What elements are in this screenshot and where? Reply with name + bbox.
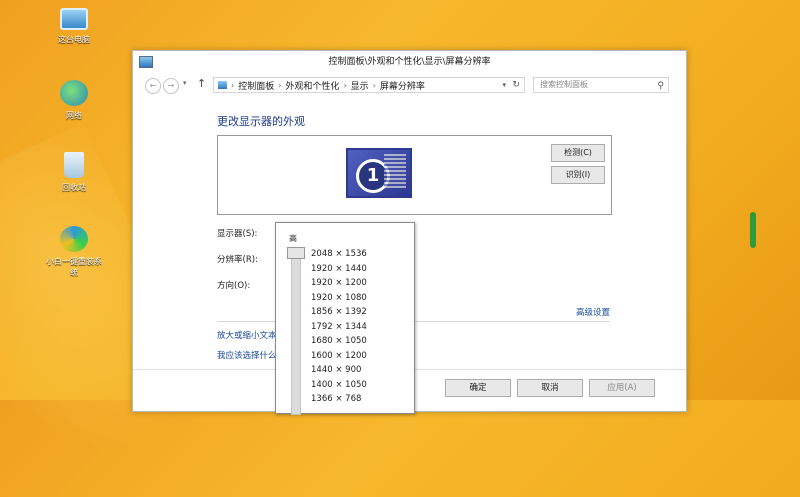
resolution-slider-thumb[interactable] bbox=[287, 247, 305, 259]
desktop-icon-label: 小白一键重装系统 bbox=[46, 257, 102, 277]
resolution-label: 分辨率(R): bbox=[217, 255, 258, 265]
display-preview: 1 检测(C) 识别(I) bbox=[217, 135, 612, 215]
chevron-icon: › bbox=[278, 80, 282, 90]
title-bar[interactable]: 控制面板\外观和个性化\显示\屏幕分辨率 bbox=[133, 51, 686, 73]
refresh-icon[interactable]: ↻ bbox=[512, 80, 520, 90]
breadcrumb-item[interactable]: 外观和个性化 bbox=[285, 79, 339, 92]
scroll-handle[interactable] bbox=[750, 212, 756, 248]
resolution-slider-track[interactable] bbox=[291, 253, 301, 415]
orientation-label: 方向(O): bbox=[217, 281, 251, 291]
breadcrumb-item[interactable]: 控制面板 bbox=[238, 79, 274, 92]
recent-dropdown-icon[interactable]: ▾ bbox=[183, 79, 187, 87]
resolution-option[interactable]: 1856 × 1392 bbox=[311, 307, 367, 317]
computer-icon bbox=[60, 8, 88, 30]
resolution-option[interactable]: 1440 × 900 bbox=[311, 365, 361, 375]
desktop-icon-label: 网络 bbox=[66, 111, 82, 120]
desktop-icon-recycle-bin[interactable]: 回收站 bbox=[44, 152, 104, 193]
window-title: 控制面板\外观和个性化\显示\屏幕分辨率 bbox=[328, 57, 491, 67]
chevron-icon: › bbox=[372, 80, 376, 90]
monitor-1-icon[interactable]: 1 bbox=[346, 148, 412, 198]
cancel-button[interactable]: 取消 bbox=[517, 379, 583, 397]
chevron-icon: › bbox=[343, 80, 347, 90]
identify-button[interactable]: 识别(I) bbox=[551, 166, 605, 184]
search-input[interactable]: 搜索控制面板 ⚲ bbox=[533, 77, 669, 93]
resolution-option[interactable]: 1920 × 1080 bbox=[311, 293, 367, 303]
window-icon bbox=[139, 56, 153, 68]
breadcrumb-item[interactable]: 屏幕分辨率 bbox=[380, 79, 425, 92]
resolution-option[interactable]: 1400 × 1050 bbox=[311, 380, 367, 390]
address-bar: ← → ▾ ↑ › 控制面板 › 外观和个性化 › 显示 › 屏幕分辨率 ▾ ↻… bbox=[133, 75, 686, 97]
monitor-grid-decoration bbox=[384, 154, 406, 188]
resolution-option[interactable]: 1366 × 768 bbox=[311, 394, 361, 404]
resolution-dropdown: 高 2048 × 1536 1920 × 1440 1920 × 1200 19… bbox=[275, 222, 415, 415]
text-size-link[interactable]: 放大或缩小文本 bbox=[217, 329, 277, 341]
resolution-option[interactable]: 1680 × 1050 bbox=[311, 336, 367, 346]
which-settings-link[interactable]: 我应该选择什么 bbox=[217, 349, 277, 361]
forward-button[interactable]: → bbox=[163, 78, 179, 94]
breadcrumb-item[interactable]: 显示 bbox=[351, 79, 369, 92]
display-label: 显示器(S): bbox=[217, 229, 258, 239]
resolution-option[interactable]: 1920 × 1200 bbox=[311, 278, 367, 288]
apply-button[interactable]: 应用(A) bbox=[589, 379, 655, 397]
page-title: 更改显示器的外观 bbox=[217, 115, 305, 128]
desktop-icon-label: 这台电脑 bbox=[58, 35, 90, 44]
resolution-option[interactable]: 2048 × 1536 bbox=[311, 249, 367, 259]
recycle-bin-icon bbox=[64, 152, 84, 178]
desktop-icon-network[interactable]: 网络 bbox=[44, 80, 104, 121]
search-icon[interactable]: ⚲ bbox=[657, 79, 664, 93]
control-panel-icon bbox=[218, 81, 227, 89]
desktop-icon-this-pc[interactable]: 这台电脑 bbox=[44, 8, 104, 45]
ok-button[interactable]: 确定 bbox=[445, 379, 511, 397]
back-button[interactable]: ← bbox=[145, 78, 161, 94]
resolution-option[interactable]: 1792 × 1344 bbox=[311, 322, 367, 332]
high-label: 高 bbox=[289, 234, 297, 243]
up-arrow-icon[interactable]: ↑ bbox=[197, 77, 206, 90]
resolution-option[interactable]: 1920 × 1440 bbox=[311, 264, 367, 274]
breadcrumb[interactable]: › 控制面板 › 外观和个性化 › 显示 › 屏幕分辨率 ▾ ↻ bbox=[213, 77, 525, 93]
app-icon bbox=[60, 226, 88, 252]
detect-button[interactable]: 检测(C) bbox=[551, 144, 605, 162]
network-icon bbox=[60, 80, 88, 106]
resolution-option[interactable]: 1600 × 1200 bbox=[311, 351, 367, 361]
search-placeholder: 搜索控制面板 bbox=[540, 80, 588, 89]
chevron-down-icon[interactable]: ▾ bbox=[502, 81, 506, 89]
advanced-settings-link[interactable]: 高级设置 bbox=[576, 306, 610, 318]
desktop-icon-xiaobai[interactable]: 小白一键重装系统 bbox=[44, 226, 104, 278]
desktop-icon-label: 回收站 bbox=[62, 183, 86, 192]
chevron-icon: › bbox=[231, 80, 235, 90]
